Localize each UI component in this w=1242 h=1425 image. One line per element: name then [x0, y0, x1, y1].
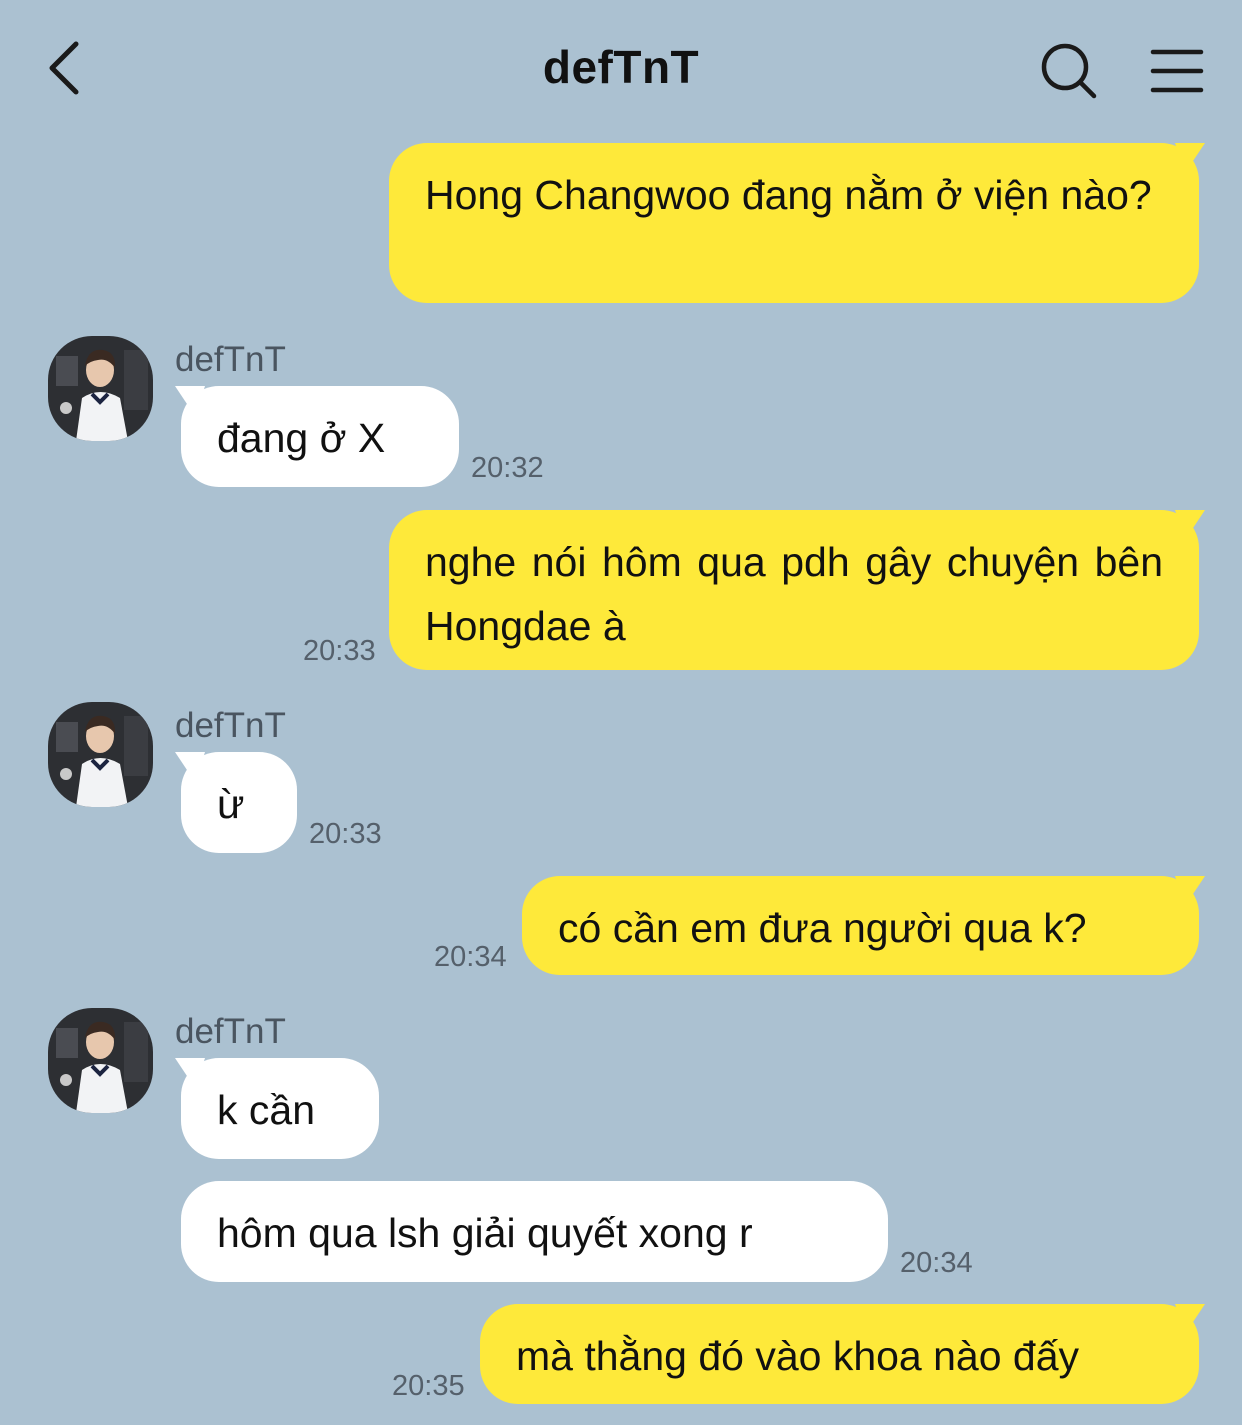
bubble-tail: [175, 752, 205, 782]
bubble-tail: [1175, 510, 1205, 540]
message-bubble-incoming[interactable]: hôm qua lsh giải quyết xong r: [181, 1181, 888, 1282]
message-time: 20:34: [434, 941, 507, 973]
message-time: 20:33: [303, 635, 376, 667]
message-bubble-incoming[interactable]: đang ở X: [175, 386, 459, 487]
avatar[interactable]: [48, 702, 153, 807]
search-icon: [1041, 43, 1097, 99]
message-text: có cần em đưa người qua k?: [558, 905, 1087, 951]
message-time: 20:34: [900, 1247, 973, 1279]
message-text: k cần: [217, 1087, 315, 1133]
bubble-tail: [1175, 876, 1205, 906]
message-bubble-incoming[interactable]: k cần: [175, 1058, 379, 1159]
sender-name: defTnT: [175, 340, 286, 379]
bubble-tail: [1175, 143, 1205, 173]
message-bubble-outgoing[interactable]: Hong Changwoo đang nằm ở viện nào?: [389, 143, 1205, 303]
menu-button[interactable]: [1148, 44, 1206, 100]
hamburger-menu-icon: [1150, 49, 1204, 93]
sender-name: defTnT: [175, 706, 286, 745]
message-text: nghe nói hôm qua pdh gây chuyện bên Hong…: [425, 539, 1163, 649]
bubble-tail: [175, 386, 205, 416]
search-button[interactable]: [1038, 40, 1102, 104]
message-time: 20:32: [471, 452, 544, 484]
avatar-image: [48, 702, 153, 807]
message-text: Hong Changwoo đang nằm ở viện nào?: [425, 172, 1152, 218]
avatar[interactable]: [48, 1008, 153, 1113]
message-bubble-outgoing[interactable]: nghe nói hôm qua pdh gây chuyện bên Hong…: [389, 510, 1205, 670]
message-text: hôm qua lsh giải quyết xong r: [217, 1210, 753, 1256]
message-text: đang ở X: [217, 415, 386, 461]
avatar[interactable]: [48, 336, 153, 441]
chat-header: defTnT: [0, 0, 1242, 140]
avatar-image: [48, 1008, 153, 1113]
sender-name: defTnT: [175, 1012, 286, 1051]
message-text: mà thằng đó vào khoa nào đấy: [516, 1333, 1080, 1379]
message-time: 20:33: [309, 818, 382, 850]
message-bubble-outgoing[interactable]: có cần em đưa người qua k?: [522, 876, 1205, 975]
message-text: ừ: [217, 781, 245, 827]
message-bubble-incoming[interactable]: ừ: [175, 752, 297, 853]
avatar-image: [48, 336, 153, 441]
bubble-tail: [1175, 1304, 1205, 1334]
bubble-tail: [175, 1058, 205, 1088]
message-bubble-outgoing[interactable]: mà thằng đó vào khoa nào đấy: [480, 1304, 1205, 1404]
message-time: 20:35: [392, 1370, 465, 1402]
